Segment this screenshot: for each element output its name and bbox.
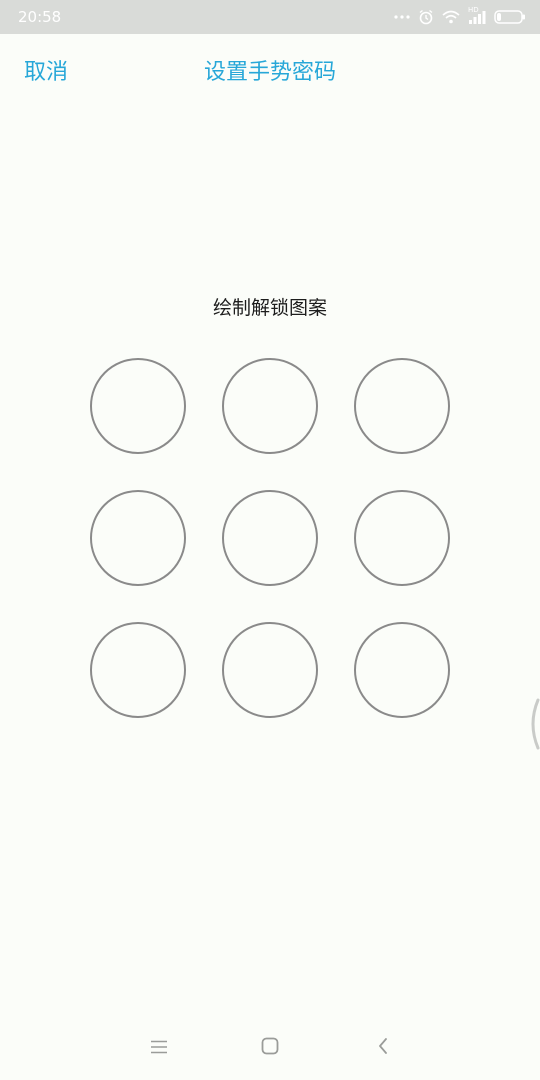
pattern-dot-3[interactable] — [354, 358, 450, 454]
menu-icon — [150, 1039, 168, 1058]
home-button[interactable] — [254, 1034, 286, 1062]
pattern-dot-2[interactable] — [222, 358, 318, 454]
page-title: 设置手势密码 — [203, 60, 336, 85]
pattern-dot-4[interactable] — [90, 490, 186, 586]
pattern-dot-7[interactable] — [90, 622, 186, 718]
wifi-icon — [442, 10, 460, 24]
status-bar: 20:58 HD — [0, 0, 540, 34]
pattern-dot-1[interactable] — [90, 358, 186, 454]
signal-label: HD — [468, 6, 479, 14]
menu-button[interactable] — [143, 1034, 175, 1062]
pattern-dot-5[interactable] — [222, 490, 318, 586]
back-button[interactable] — [367, 1034, 399, 1062]
home-icon — [261, 1037, 279, 1059]
edge-swipe-handle[interactable] — [526, 698, 540, 750]
status-time: 20:58 — [18, 8, 62, 26]
navigation-bar — [0, 1020, 540, 1080]
pattern-lock-grid — [0, 0, 540, 1080]
alarm-icon — [418, 9, 434, 25]
signal-icon: HD — [468, 6, 486, 24]
pattern-instruction: 绘制解锁图案 — [212, 297, 327, 319]
pattern-dot-8[interactable] — [222, 622, 318, 718]
battery-icon — [494, 10, 526, 24]
more-dots-icon — [394, 14, 410, 20]
pattern-dot-6[interactable] — [354, 490, 450, 586]
pattern-dot-9[interactable] — [354, 622, 450, 718]
header: 取消 设置手势密码 — [0, 34, 540, 104]
back-icon — [377, 1037, 389, 1059]
status-icons: HD — [394, 6, 526, 28]
